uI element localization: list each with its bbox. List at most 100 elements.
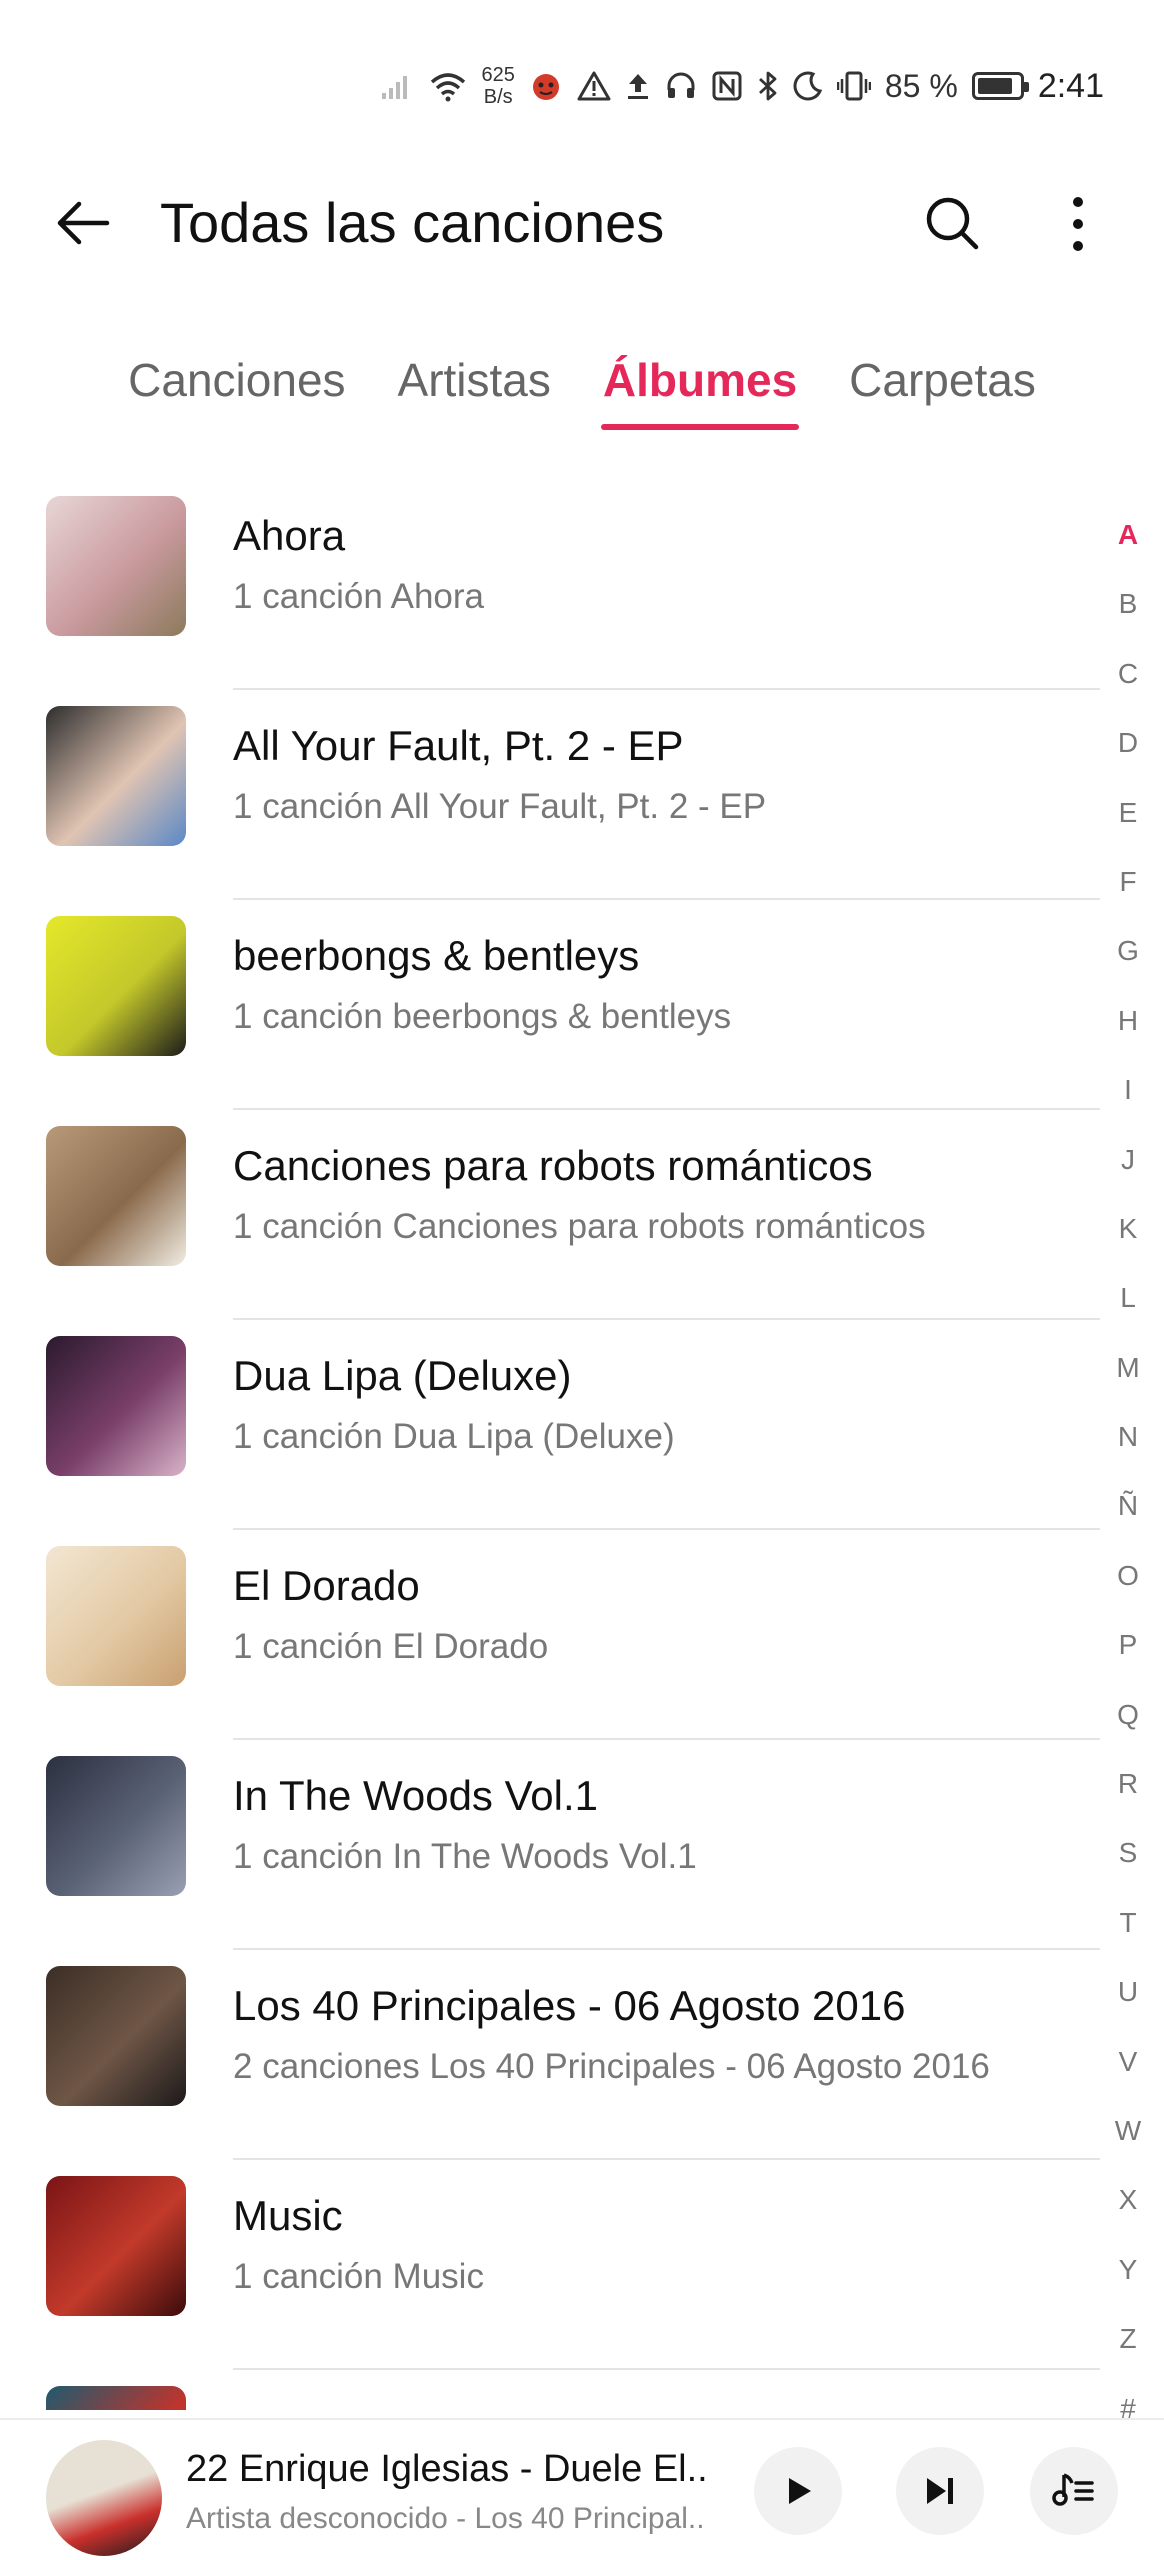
index-letter[interactable]: T: [1098, 1888, 1158, 1957]
album-cover[interactable]: [46, 1756, 186, 1896]
next-track-button[interactable]: [896, 2447, 984, 2535]
album-title: beerbongs & bentleys: [233, 932, 640, 979]
album-row[interactable]: In The Woods Vol.1 1 canción In The Woods…: [0, 1740, 1100, 1950]
album-cover[interactable]: [46, 1546, 186, 1686]
album-text: Ahora 1 canción Ahora: [233, 508, 1100, 622]
nfc-icon: [711, 70, 743, 102]
album-subtitle: 1 canción Ahora: [233, 577, 485, 616]
album-cover[interactable]: [46, 1126, 186, 1266]
album-row[interactable]: Ahora 1 canción Ahora: [0, 480, 1100, 690]
album-list: Ahora 1 canción Ahora All Your Fault, Pt. …: [0, 480, 1100, 2410]
index-letter[interactable]: J: [1098, 1125, 1158, 1194]
index-letter[interactable]: S: [1098, 1818, 1158, 1887]
battery-icon: [971, 72, 1029, 100]
index-letter[interactable]: E: [1098, 778, 1158, 847]
index-letter[interactable]: Q: [1098, 1680, 1158, 1749]
album-subtitle: 1 canción Dua Lipa (Deluxe): [233, 1417, 675, 1456]
album-row[interactable]: beerbongs & bentleys 1 canción beerbongs …: [0, 900, 1100, 1110]
index-letter[interactable]: Ñ: [1098, 1471, 1158, 1540]
alphabet-index[interactable]: A B C D E F G H I J K L M N Ñ O P Q R S T U V W X Y Z #: [1090, 500, 1164, 2440]
play-icon: [789, 2478, 811, 2504]
tab-carpetas[interactable]: Carpetas: [847, 350, 1038, 430]
index-letter[interactable]: O: [1098, 1541, 1158, 1610]
album-cover[interactable]: [46, 2176, 186, 2316]
tab-artistas[interactable]: Artistas: [396, 350, 553, 430]
search-button[interactable]: [915, 186, 991, 262]
mini-player[interactable]: 22 Enrique Iglesias - Duele El... Artist…: [0, 2418, 1164, 2560]
index-letter[interactable]: R: [1098, 1749, 1158, 1818]
album-row[interactable]: P: [0, 2370, 1100, 2410]
album-row[interactable]: Dua Lipa (Deluxe) 1 canción Dua Lipa (Del…: [0, 1320, 1100, 1530]
index-letter[interactable]: G: [1098, 916, 1158, 985]
album-subtitle: 2 canciones Los 40 Principales - 06 Agos…: [233, 2047, 990, 2086]
album-text: P: [233, 2398, 1100, 2410]
album-subtitle: 1 canción beerbongs & bentleys: [233, 997, 732, 1036]
index-letter[interactable]: P: [1098, 1610, 1158, 1679]
do-not-disturb-icon: [793, 71, 823, 101]
index-letter[interactable]: X: [1098, 2165, 1158, 2234]
index-letter[interactable]: L: [1098, 1263, 1158, 1332]
album-text: All Your Fault, Pt. 2 - EP 1 canción All …: [233, 718, 1100, 832]
album-subtitle: 1 canción El Dorado: [233, 1627, 549, 1666]
album-title: All Your Fault, Pt. 2 - EP: [233, 722, 684, 769]
album-text: Canciones para robots románticos 1 canció…: [233, 1138, 1100, 1252]
index-letter[interactable]: B: [1098, 569, 1158, 638]
index-letter[interactable]: A: [1098, 500, 1158, 569]
back-button[interactable]: [48, 188, 118, 258]
clock: 2:41: [1037, 66, 1104, 105]
album-row[interactable]: El Dorado 1 canción El Dorado: [0, 1530, 1100, 1740]
album-title: Los 40 Principales - 06 Agosto 2016: [233, 1982, 906, 2029]
more-vertical-icon: [1073, 197, 1083, 251]
warning-icon: [577, 70, 611, 102]
album-cover[interactable]: [46, 2386, 186, 2410]
album-cover[interactable]: [46, 1966, 186, 2106]
now-playing-subtitle[interactable]: Artista desconocido - Los 40 Principal..…: [186, 2502, 706, 2536]
album-text: Los 40 Principales - 06 Agosto 2016 2 can…: [233, 1978, 1100, 2092]
index-letter[interactable]: K: [1098, 1194, 1158, 1263]
album-cover[interactable]: [46, 916, 186, 1056]
play-button[interactable]: [754, 2447, 842, 2535]
upload-icon: [625, 70, 651, 102]
now-playing-cover[interactable]: [46, 2440, 162, 2556]
index-letter[interactable]: C: [1098, 639, 1158, 708]
album-row[interactable]: Canciones para robots románticos 1 canció…: [0, 1110, 1100, 1320]
album-cover[interactable]: [46, 496, 186, 636]
index-letter[interactable]: V: [1098, 2027, 1158, 2096]
album-row[interactable]: Los 40 Principales - 06 Agosto 2016 2 can…: [0, 1950, 1100, 2160]
queue-button[interactable]: [1030, 2447, 1118, 2535]
album-subtitle: 1 canción Music: [233, 2257, 484, 2296]
network-speed: 625 B/s: [482, 64, 515, 108]
more-options-button[interactable]: [1040, 186, 1116, 262]
network-speed-unit: B/s: [483, 86, 513, 108]
album-title: Music: [233, 2192, 343, 2239]
app-notification-icon: [529, 69, 563, 103]
index-letter[interactable]: Z: [1098, 2304, 1158, 2373]
battery-percent: 85 %: [884, 67, 958, 104]
album-text: Dua Lipa (Deluxe) 1 canción Dua Lipa (Del…: [233, 1348, 1100, 1462]
index-letter[interactable]: D: [1098, 708, 1158, 777]
album-cover[interactable]: [46, 1336, 186, 1476]
signal-icon: [380, 71, 414, 101]
album-text: El Dorado 1 canción El Dorado: [233, 1558, 1100, 1672]
album-row[interactable]: Music 1 canción Music: [0, 2160, 1100, 2370]
tab-canciones[interactable]: Canciones: [126, 350, 347, 430]
tab-albumes[interactable]: Álbumes: [600, 350, 800, 430]
album-title: El Dorado: [233, 1562, 420, 1609]
index-letter[interactable]: W: [1098, 2096, 1158, 2165]
index-letter[interactable]: I: [1098, 1055, 1158, 1124]
album-text: Music 1 canción Music: [233, 2188, 1100, 2302]
index-letter[interactable]: N: [1098, 1402, 1158, 1471]
album-title: Canciones para robots románticos: [233, 1142, 873, 1189]
search-icon: [926, 197, 979, 250]
index-letter[interactable]: M: [1098, 1333, 1158, 1402]
index-letter[interactable]: Y: [1098, 2235, 1158, 2304]
wifi-icon: [428, 70, 468, 102]
index-letter[interactable]: F: [1098, 847, 1158, 916]
arrow-left-icon: [57, 201, 110, 245]
index-letter[interactable]: U: [1098, 1957, 1158, 2026]
vibrate-icon: [836, 70, 871, 102]
album-row[interactable]: All Your Fault, Pt. 2 - EP 1 canción All …: [0, 690, 1100, 900]
album-cover[interactable]: [46, 706, 186, 846]
index-letter[interactable]: H: [1098, 986, 1158, 1055]
now-playing-title[interactable]: 22 Enrique Iglesias - Duele El...: [186, 2448, 706, 2491]
